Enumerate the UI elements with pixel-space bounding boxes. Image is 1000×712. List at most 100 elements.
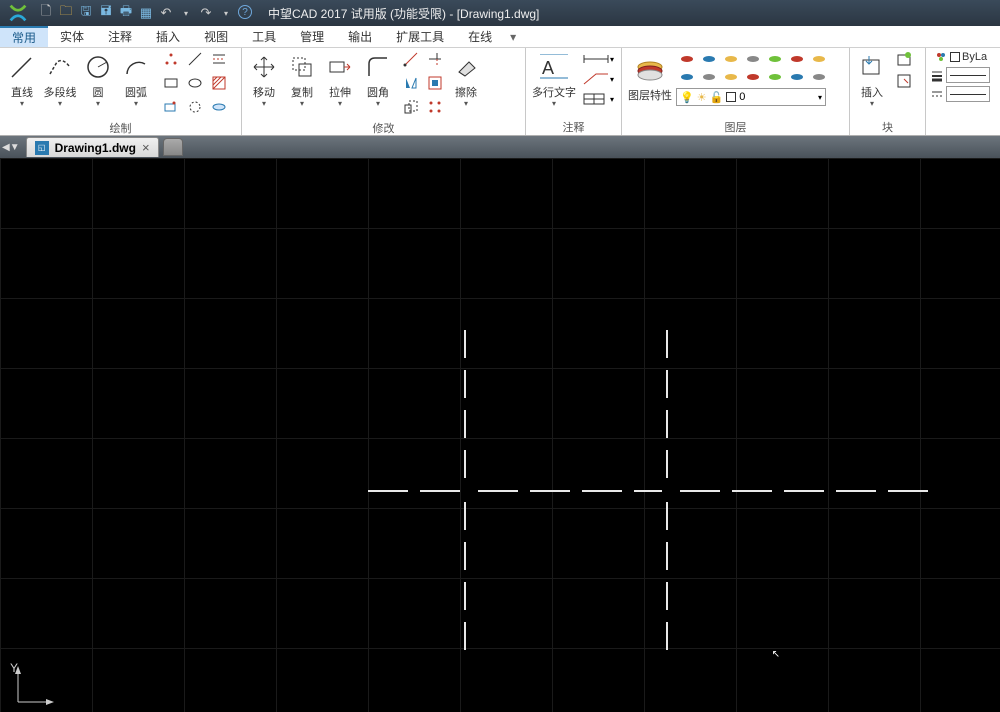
panel-layer-title: 图层 [626,119,845,135]
tab-view[interactable]: 视图 [192,26,240,47]
tool-polygon[interactable] [208,98,230,116]
redo-dd-icon[interactable]: ▾ [218,5,234,21]
layer-tool-14[interactable] [808,68,830,86]
window-title: 中望CAD 2017 试用版 (功能受限) - [Drawing1.dwg] [268,5,539,22]
tool-block-create[interactable] [894,50,916,68]
layer-tool-10[interactable] [720,68,742,86]
tool-block-edit[interactable] [894,72,916,90]
print-icon[interactable]: 🖶 [118,5,134,21]
panel-draw-title: 绘制 [4,120,237,136]
tool-stretch[interactable]: 拉伸▾ [322,50,358,108]
layer-tool-9[interactable] [698,68,720,86]
panel-modify-title: 修改 [246,120,521,136]
lineweight-icon [930,68,944,82]
tool-rotate[interactable] [400,50,422,68]
layer-tool-6[interactable] [786,50,808,68]
file-tab-active[interactable]: ◱ Drawing1.dwg × [26,137,159,157]
tab-online[interactable]: 在线 [456,26,504,47]
new-tab-button[interactable] [163,138,183,156]
panel-annot-title: 注释 [530,119,617,135]
save-icon[interactable]: 🖫 [78,5,94,21]
tool-block-insert[interactable]: 插入▾ [854,50,890,108]
layer-tool-2[interactable] [698,50,720,68]
color-box [950,52,960,62]
quick-access-toolbar: 🗋 🗀 🖫 🖬 🖶 ▦ ↶ ▾ ↷ ▾ ? [38,5,252,21]
layer-tool-3[interactable] [720,50,742,68]
tab-manage[interactable]: 管理 [288,26,336,47]
tab-output[interactable]: 输出 [336,26,384,47]
layer-tool-8[interactable] [676,68,698,86]
tool-fillet[interactable]: 圆角▾ [360,50,396,108]
palette-icon [934,50,948,64]
layer-tool-7[interactable] [808,50,830,68]
tool-table[interactable]: ▾ [582,90,614,108]
tool-dim-linear[interactable]: ▾ [582,50,614,68]
layer-tool-13[interactable] [786,68,808,86]
lock-icon: 🔓 [710,91,724,104]
tab-dropdown-icon[interactable]: ▾ [504,26,522,47]
layer-tool-12[interactable] [764,68,786,86]
tool-polyline[interactable]: 多段线▾ [42,50,78,108]
tool-copy[interactable]: 复制▾ [284,50,320,108]
tool-point[interactable] [160,98,182,116]
tool-extend[interactable] [424,74,446,92]
app-logo[interactable] [4,2,32,24]
tab-solid[interactable]: 实体 [48,26,96,47]
tool-leader[interactable]: ▾ [582,70,614,88]
tab-insert[interactable]: 插入 [144,26,192,47]
stretch-icon [325,52,355,82]
tool-trim[interactable] [424,50,446,68]
tool-xline[interactable] [184,50,206,68]
layer-tool-5[interactable] [764,50,786,68]
tool-move[interactable]: 移动▾ [246,50,282,108]
tool-circle[interactable]: 圆▾ [80,50,116,108]
lineweight-dd[interactable] [930,67,990,83]
tool-arc[interactable]: 圆弧▾ [118,50,154,108]
layer-dropdown[interactable]: 💡 ☀ 🔓 0 ▾ [676,88,826,106]
linetype-dd[interactable] [930,86,990,102]
color-bylayer[interactable]: ByLa [934,50,987,64]
layer-name: 0 [739,91,745,103]
tool-scale[interactable] [400,98,422,116]
drawing-canvas[interactable]: Y ↖ [0,158,1000,712]
layer-tool-1[interactable] [676,50,698,68]
tool-spline[interactable] [160,50,182,68]
tool-ray[interactable] [208,50,230,68]
erase-icon [451,52,481,82]
preview-icon[interactable]: ▦ [138,5,154,21]
tool-array[interactable] [424,98,446,116]
ribbon: 直线▾ 多段线▾ 圆▾ 圆弧▾ [0,48,1000,136]
tool-erase[interactable]: 擦除▾ [448,50,484,108]
redo-icon[interactable]: ↷ [198,5,214,21]
close-tab-icon[interactable]: × [142,140,150,155]
tool-ellipse[interactable] [184,74,206,92]
tool-rect[interactable] [160,74,182,92]
sun-icon: ☀ [697,91,707,104]
move-icon [249,52,279,82]
ucs-icon: Y [6,660,56,710]
new-icon[interactable]: 🗋 [38,5,54,21]
tool-layer-props[interactable]: 图层特性 [626,50,674,106]
undo-icon[interactable]: ↶ [158,5,174,21]
tool-hatch[interactable] [208,74,230,92]
tab-annotate[interactable]: 注释 [96,26,144,47]
tool-mtext[interactable]: A 多行文字▾ [530,50,578,108]
tool-line[interactable]: 直线▾ [4,50,40,108]
tab-tools[interactable]: 工具 [240,26,288,47]
dwg-icon: ◱ [35,141,49,155]
tab-common[interactable]: 常用 [0,26,48,47]
circle-icon [83,52,113,82]
tool-region[interactable] [184,98,206,116]
open-icon[interactable]: 🗀 [58,5,74,21]
block-insert-icon [857,52,887,82]
layer-tool-11[interactable] [742,68,764,86]
tab-list-icon[interactable]: ◀▼ [2,142,20,153]
tool-mirror[interactable] [400,74,422,92]
help-icon[interactable]: ? [238,5,252,19]
saveall-icon[interactable]: 🖬 [98,5,114,21]
undo-dd-icon[interactable]: ▾ [178,5,194,21]
tab-ext-tools[interactable]: 扩展工具 [384,26,456,47]
ribbon-tabs: 常用 实体 注释 插入 视图 工具 管理 输出 扩展工具 在线 ▾ [0,26,1000,48]
arc-icon [121,52,151,82]
layer-tool-4[interactable] [742,50,764,68]
